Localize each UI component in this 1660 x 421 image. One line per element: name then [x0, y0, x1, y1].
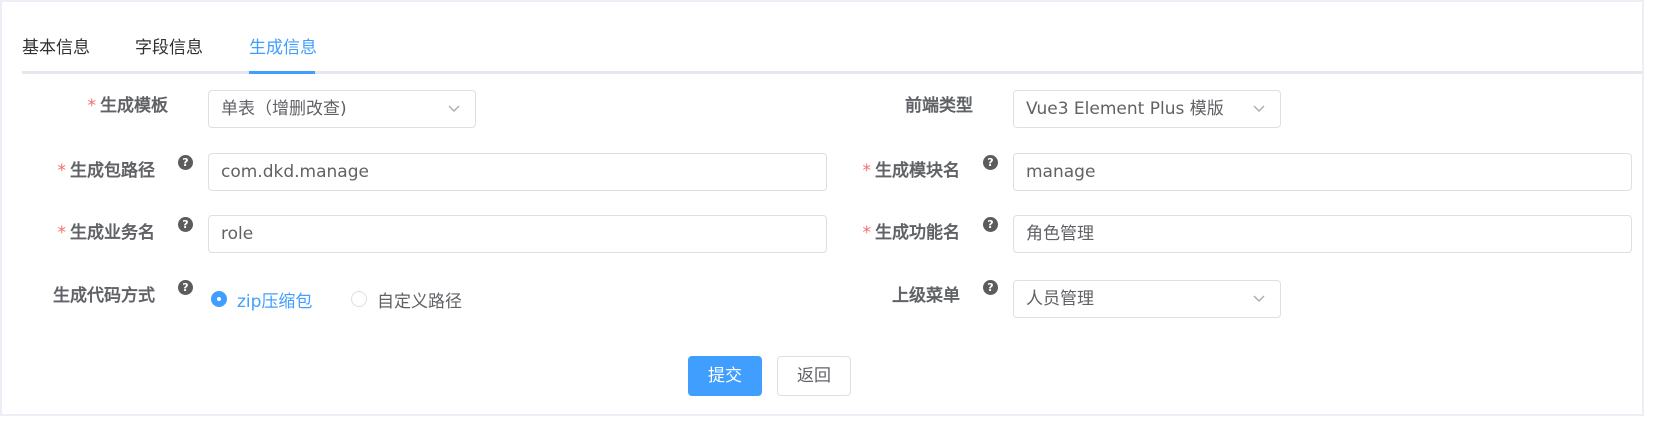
help-icon[interactable]: ?: [983, 155, 998, 170]
tpl-web-type-label: 前端类型: [905, 96, 973, 116]
required-mark: *: [862, 223, 872, 243]
tpl-category-label: * 生成模板: [87, 96, 169, 116]
required-mark: *: [862, 161, 872, 181]
help-icon[interactable]: ?: [983, 217, 998, 232]
tab-field-info[interactable]: 字段信息: [135, 36, 203, 60]
function-name-label: * 生成功能名: [862, 223, 961, 243]
gen-info-card: 基本信息 字段信息 生成信息 * 生成模板 单表（增删改查) 前端类型 Vue3 …: [0, 0, 1644, 416]
required-mark: *: [57, 223, 67, 243]
tpl-web-type-select[interactable]: Vue3 Element Plus 模版: [1013, 90, 1281, 128]
function-name-input[interactable]: 角色管理: [1013, 215, 1632, 253]
parent-menu-select[interactable]: 人员管理: [1013, 280, 1281, 318]
gen-type-radio-custom[interactable]: 自定义路径: [351, 287, 462, 312]
package-name-input[interactable]: com.dkd.manage: [208, 153, 827, 191]
help-icon[interactable]: ?: [178, 280, 193, 295]
package-name-label: * 生成包路径: [57, 161, 156, 181]
help-icon[interactable]: ?: [983, 280, 998, 295]
back-button[interactable]: 返回: [777, 356, 851, 396]
chevron-down-icon: [1253, 105, 1265, 112]
tab-gen-info[interactable]: 生成信息: [249, 36, 317, 60]
radio-unchecked-icon: [351, 291, 367, 307]
tab-basic-info[interactable]: 基本信息: [22, 36, 90, 60]
chevron-down-icon: [1253, 295, 1265, 302]
module-name-label: * 生成模块名: [862, 161, 961, 181]
required-mark: *: [87, 96, 97, 116]
radio-checked-icon: [211, 291, 227, 307]
gen-type-radio-zip[interactable]: zip压缩包: [211, 287, 312, 312]
tpl-category-select[interactable]: 单表（增删改查): [208, 90, 476, 128]
parent-menu-label: 上级菜单: [892, 286, 960, 306]
tab-bar: 基本信息 字段信息 生成信息: [22, 30, 1642, 74]
business-name-label: * 生成业务名: [57, 223, 156, 243]
required-mark: *: [57, 161, 67, 181]
submit-button[interactable]: 提交: [688, 356, 762, 396]
help-icon[interactable]: ?: [178, 155, 193, 170]
module-name-input[interactable]: manage: [1013, 153, 1632, 191]
business-name-input[interactable]: role: [208, 215, 827, 253]
tab-active-indicator: [249, 71, 315, 74]
gen-type-label: 生成代码方式: [53, 286, 155, 306]
help-icon[interactable]: ?: [178, 217, 193, 232]
chevron-down-icon: [448, 105, 460, 112]
